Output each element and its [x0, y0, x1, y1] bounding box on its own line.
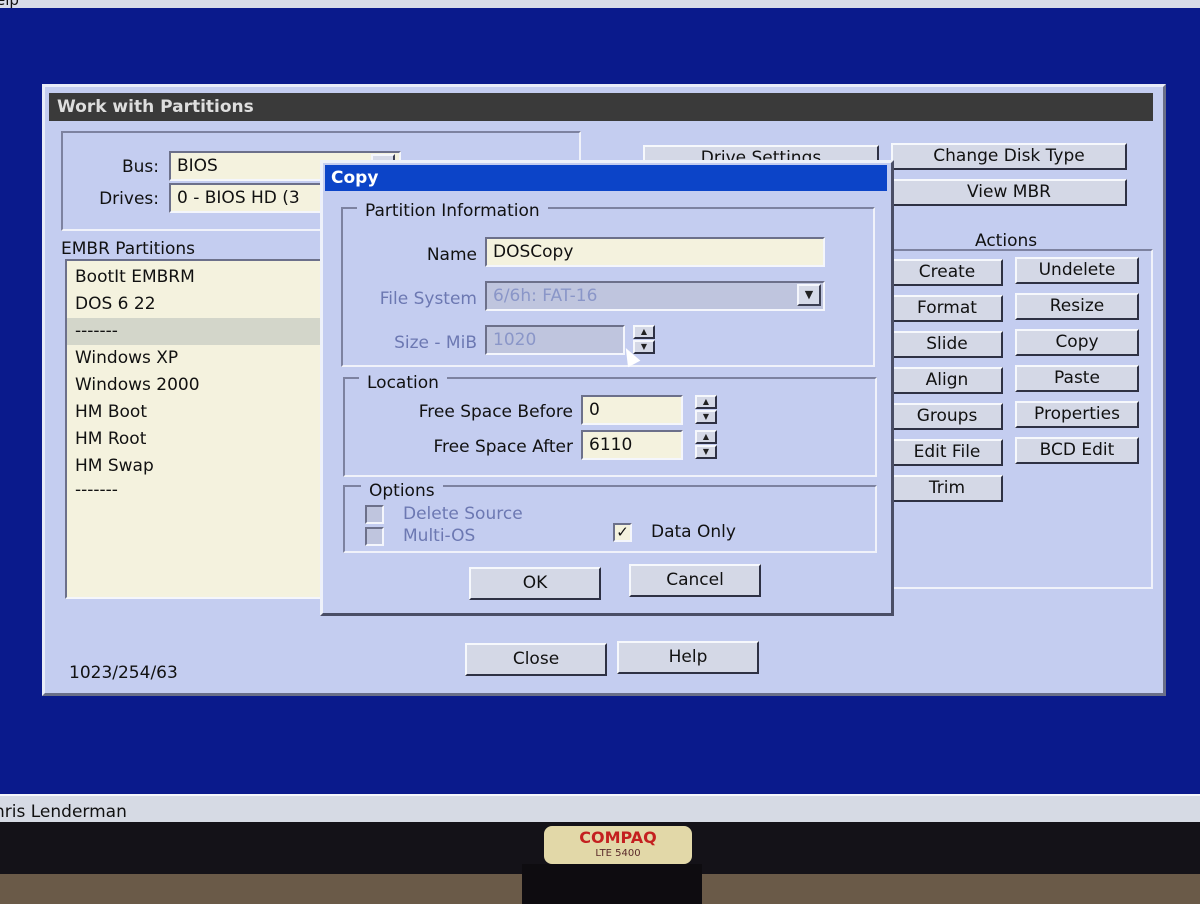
delete-source-label: Delete Source	[403, 504, 523, 524]
free-space-after-input[interactable]: 6110	[581, 430, 683, 460]
partition-item[interactable]: Windows 2000	[67, 372, 329, 399]
chevron-down-icon[interactable]: ▼	[695, 410, 717, 424]
file-system-dropdown-icon[interactable]: ▼	[797, 284, 821, 306]
partition-item-selected[interactable]: -------	[67, 318, 329, 345]
model-label: LTE 5400	[595, 848, 641, 859]
view-mbr-button[interactable]: View MBR	[891, 179, 1127, 206]
status-text: hris Lenderman	[0, 802, 127, 822]
brand-logo: COMPAQ	[579, 828, 657, 847]
cancel-button[interactable]: Cancel	[629, 564, 761, 597]
status-bar: hris Lenderman	[0, 794, 1200, 822]
chevron-down-icon[interactable]: ▼	[633, 340, 655, 354]
partition-item[interactable]: DOS 6 22	[67, 291, 329, 318]
data-only-label: Data Only	[651, 522, 736, 542]
change-disk-type-button[interactable]: Change Disk Type	[891, 143, 1127, 170]
file-system-select[interactable]: 6/6h: FAT-16	[485, 281, 825, 311]
help-button[interactable]: Help	[617, 641, 759, 674]
name-label: Name	[426, 245, 477, 265]
delete-source-checkbox[interactable]	[365, 505, 384, 524]
multi-os-label: Multi-OS	[403, 526, 476, 546]
format-button[interactable]: Format	[891, 295, 1003, 322]
data-only-checkbox[interactable]: ✓	[613, 523, 632, 542]
drives-label: Drives:	[99, 189, 159, 209]
ok-button[interactable]: OK	[469, 567, 601, 600]
menu-help-partial[interactable]: elp	[0, 0, 19, 9]
partition-info-label: Partition Information	[357, 201, 548, 221]
slide-button[interactable]: Slide	[891, 331, 1003, 358]
groups-button[interactable]: Groups	[891, 403, 1003, 430]
free-space-after-spinner[interactable]: ▲ ▼	[695, 430, 717, 460]
free-space-before-spinner[interactable]: ▲ ▼	[695, 395, 717, 425]
align-button[interactable]: Align	[891, 367, 1003, 394]
paste-button[interactable]: Paste	[1015, 365, 1139, 392]
size-spinner[interactable]: ▲ ▼	[633, 325, 655, 355]
monitor-screen: elp Work with Partitions Bus: BIOS ▼ Dri…	[0, 0, 1200, 822]
close-button[interactable]: Close	[465, 643, 607, 676]
copy-button[interactable]: Copy	[1015, 329, 1139, 356]
trim-button[interactable]: Trim	[891, 475, 1003, 502]
free-space-before-label: Free Space Before	[418, 402, 573, 422]
resize-button[interactable]: Resize	[1015, 293, 1139, 320]
chevron-up-icon[interactable]: ▲	[633, 325, 655, 339]
undelete-button[interactable]: Undelete	[1015, 257, 1139, 284]
monitor-badge: COMPAQ LTE 5400	[544, 826, 692, 864]
chevron-down-icon[interactable]: ▼	[695, 445, 717, 459]
partitions-header: EMBR Partitions	[61, 239, 195, 259]
multi-os-checkbox[interactable]	[365, 527, 384, 546]
bus-label: Bus:	[121, 157, 159, 177]
chevron-up-icon[interactable]: ▲	[695, 395, 717, 409]
create-button[interactable]: Create	[891, 259, 1003, 286]
partition-item[interactable]: -------	[67, 477, 329, 504]
partition-item[interactable]: HM Swap	[67, 453, 329, 480]
partition-item[interactable]: BootIt EMBRM	[67, 264, 329, 291]
monitor-stand	[522, 864, 702, 904]
name-input[interactable]: DOSCopy	[485, 237, 825, 267]
file-system-label: File System	[379, 289, 477, 309]
properties-button[interactable]: Properties	[1015, 401, 1139, 428]
disk-geometry: 1023/254/63	[69, 663, 178, 683]
actions-header: Actions	[975, 231, 1038, 251]
partitions-list[interactable]: BootIt EMBRM DOS 6 22 ------- Windows XP…	[65, 259, 331, 599]
size-label: Size - MiB	[394, 333, 477, 353]
dialog-title: Copy	[325, 165, 887, 191]
window-title: Work with Partitions	[49, 93, 1153, 121]
location-label: Location	[359, 373, 447, 393]
chevron-up-icon[interactable]: ▲	[695, 430, 717, 444]
copy-dialog: Copy Partition Information Name DOSCopy …	[320, 160, 894, 616]
free-space-before-input[interactable]: 0	[581, 395, 683, 425]
partition-item[interactable]: Windows XP	[67, 345, 329, 372]
partition-item[interactable]: HM Boot	[67, 399, 329, 426]
size-input[interactable]: 1020	[485, 325, 625, 355]
bcd-edit-button[interactable]: BCD Edit	[1015, 437, 1139, 464]
partition-item[interactable]: HM Root	[67, 426, 329, 453]
options-label: Options	[361, 481, 443, 501]
edit-file-button[interactable]: Edit File	[891, 439, 1003, 466]
menu-bar: elp	[0, 0, 1200, 9]
free-space-after-label: Free Space After	[433, 437, 573, 457]
